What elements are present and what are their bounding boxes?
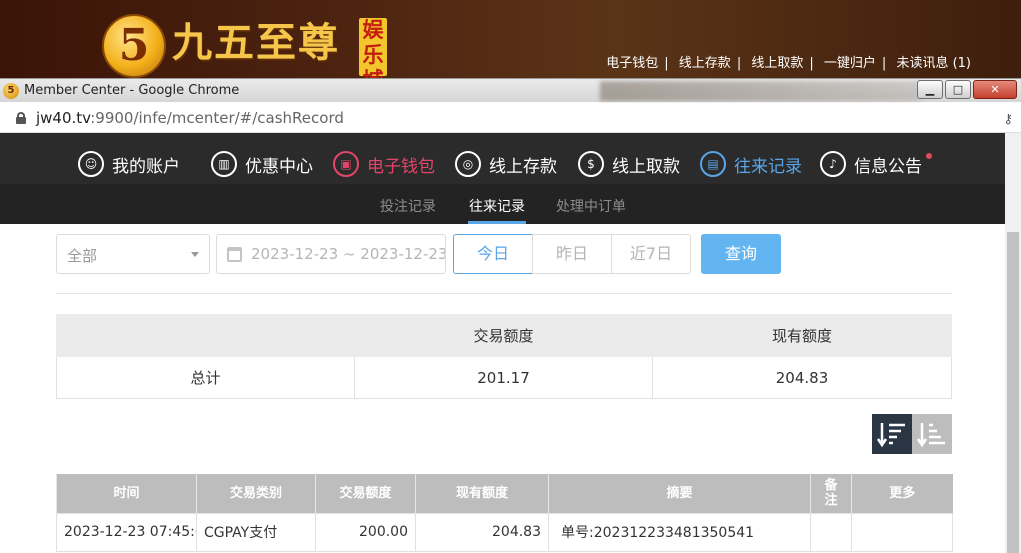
gift-icon: ▥: [211, 151, 237, 177]
table-row[interactable]: 2023-12-23 07:45:03 CGPAY支付 200.00 204.8…: [56, 512, 953, 552]
summary-header: [56, 314, 355, 357]
record-icon: ▤: [700, 151, 726, 177]
minimize-button[interactable]: ▁: [917, 80, 943, 99]
column-header-amount[interactable]: 交易额度: [315, 474, 416, 513]
sort-ascending-button[interactable]: [912, 414, 952, 454]
type-select[interactable]: 全部: [56, 234, 210, 274]
tab-transaction-records[interactable]: 往来记录: [469, 196, 525, 216]
favicon-icon: 5: [3, 83, 19, 99]
sub-nav: 投注记录 往来记录 处理中订单: [0, 184, 1005, 224]
filter-divider: [56, 293, 952, 294]
window-controls: ▁ □ ✕: [917, 80, 1017, 99]
cell-time: 2023-12-23 07:45:03: [56, 512, 197, 552]
scrollbar-thumb[interactable]: [1007, 232, 1019, 553]
url-path: :9900/infe/mcenter/#/cashRecord: [90, 109, 344, 127]
cell-type: CGPAY支付: [196, 512, 316, 552]
summary-cell: 总计: [56, 356, 355, 399]
summary-cell: 204.83: [652, 356, 952, 399]
nav-label: 往来记录: [734, 156, 802, 177]
user-icon: ☺: [78, 151, 104, 177]
cell-summary: 单号:202312233481350541: [548, 512, 811, 552]
chevron-down-icon: [191, 252, 199, 257]
logo-icon: 5: [102, 14, 166, 78]
url-text[interactable]: jw40.tv:9900/infe/mcenter/#/cashRecord: [36, 109, 344, 127]
key-icon[interactable]: ⚷: [1003, 112, 1013, 127]
nav-item-account[interactable]: ☺ 我的账户: [78, 150, 180, 178]
nav-item-announcements[interactable]: ♪ 信息公告: [820, 150, 922, 178]
nav-label: 电子钱包: [367, 156, 435, 177]
lock-icon: [16, 112, 26, 124]
top-link-withdraw[interactable]: 线上取款: [751, 56, 803, 71]
active-tab-underline: [468, 221, 526, 224]
summary-header-row: 交易额度 现有额度: [56, 314, 952, 357]
address-bar[interactable]: jw40.tv:9900/infe/mcenter/#/cashRecord ⚷: [0, 103, 1021, 133]
column-header-more[interactable]: 更多: [851, 474, 953, 513]
top-link-deposit[interactable]: 线上存款: [679, 56, 731, 71]
background-blur: [600, 81, 920, 101]
maximize-button[interactable]: □: [945, 80, 971, 99]
summary-cell: 201.17: [354, 356, 653, 399]
site-logo-text: 九五至尊: [172, 19, 340, 66]
nav-top-strip: [0, 133, 1005, 142]
sort-ascending-icon: [917, 423, 945, 448]
close-button[interactable]: ✕: [973, 80, 1017, 99]
query-button[interactable]: 查询: [701, 234, 781, 274]
nav-label: 线上存款: [489, 156, 557, 177]
site-banner: 5 九五至尊 娱乐城 电子钱包| 线上存款| 线上取款| 一键归户| 未读讯息 …: [0, 0, 1021, 92]
bell-icon: ♪: [820, 151, 846, 177]
window-titlebar: 5 Member Center - Google Chrome ▁ □ ✕: [0, 78, 1021, 102]
summary-row: 总计 201.17 204.83: [56, 356, 952, 399]
top-link-wallet[interactable]: 电子钱包: [606, 56, 658, 71]
window-title: Member Center - Google Chrome: [24, 83, 240, 98]
nav-label: 优惠中心: [245, 156, 313, 177]
top-link-unread[interactable]: 未读讯息 (1): [896, 56, 971, 71]
calendar-icon: [227, 247, 242, 262]
money-hand-icon: $: [578, 151, 604, 177]
nav-item-wallet[interactable]: ▣ 电子钱包: [333, 150, 435, 178]
cell-balance: 204.83: [415, 512, 549, 552]
wallet-icon: ▣: [333, 151, 359, 177]
url-host: jw40.tv: [36, 109, 91, 127]
nav-label: 线上取款: [612, 156, 680, 177]
summary-table: 交易额度 现有额度 总计 201.17 204.83: [56, 314, 952, 399]
column-header-time[interactable]: 时间: [56, 474, 197, 513]
quick-yesterday-button[interactable]: 昨日: [532, 234, 612, 274]
nav-item-records[interactable]: ▤ 往来记录: [700, 150, 802, 178]
nav-item-promotions[interactable]: ▥ 优惠中心: [211, 150, 313, 178]
column-header-summary[interactable]: 摘要: [548, 474, 811, 513]
nav-label: 我的账户: [112, 156, 180, 177]
nav-item-withdraw[interactable]: $ 线上取款: [578, 150, 680, 178]
quick-today-button[interactable]: 今日: [453, 234, 533, 274]
main-nav: ☺ 我的账户 ▥ 优惠中心 ▣ 电子钱包 ◎ 线上存款 $ 线上取款 ▤ 往来记…: [0, 142, 1005, 184]
quick-7days-button[interactable]: 近7日: [611, 234, 691, 274]
top-links: 电子钱包 | 线上存款 | 线上取款 | 一键归户 | 未读讯息 (1): [606, 56, 971, 71]
date-range-input[interactable]: 2023-12-23 ~ 2023-12-23: [216, 234, 446, 274]
cell-more[interactable]: [851, 512, 953, 552]
summary-header: 现有额度: [652, 314, 952, 357]
records-table: 时间 交易类别 交易额度 现有额度 摘要 备注 更多 2023-12-23 07…: [56, 474, 953, 552]
summary-header: 交易额度: [354, 314, 653, 357]
column-header-balance[interactable]: 现有额度: [415, 474, 549, 513]
sort-descending-button[interactable]: [872, 414, 912, 454]
nav-label: 信息公告: [854, 156, 922, 177]
nav-item-deposit[interactable]: ◎ 线上存款: [455, 150, 557, 178]
tab-pending-orders[interactable]: 处理中订单: [556, 196, 626, 216]
date-range-value: 2023-12-23 ~ 2023-12-23: [251, 245, 446, 263]
type-select-value: 全部: [67, 247, 98, 265]
cell-amount: 200.00: [315, 512, 416, 552]
site-logo-badge: 娱乐城: [359, 18, 387, 92]
records-header-row: 时间 交易类别 交易额度 现有额度 摘要 备注 更多: [56, 474, 953, 513]
coins-icon: ◎: [455, 151, 481, 177]
notification-dot: [926, 153, 932, 159]
logo-char: 5: [118, 20, 150, 71]
column-header-type[interactable]: 交易类别: [196, 474, 316, 513]
sort-descending-icon: [877, 423, 905, 448]
tab-bet-records[interactable]: 投注记录: [380, 196, 436, 216]
top-link-one-click[interactable]: 一键归户: [824, 56, 876, 71]
cell-remark: [810, 512, 852, 552]
column-header-remark[interactable]: 备注: [810, 474, 852, 513]
